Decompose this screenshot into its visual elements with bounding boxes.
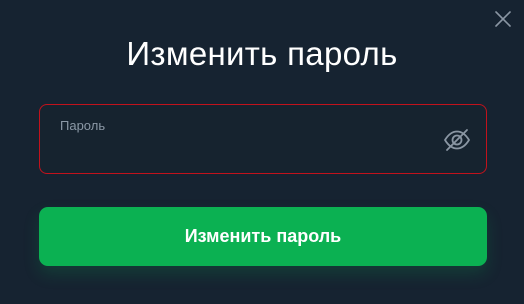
password-field[interactable]: Пароль — [39, 104, 487, 174]
close-button[interactable] — [490, 6, 516, 32]
password-visibility-toggle[interactable] — [442, 125, 472, 155]
change-password-dialog: Изменить пароль Пароль Изменить пароль — [0, 0, 524, 304]
password-label: Пароль — [60, 118, 106, 133]
dialog-title: Изменить пароль — [126, 35, 398, 72]
close-icon — [495, 11, 511, 27]
eye-off-icon — [444, 129, 470, 151]
password-input[interactable] — [59, 139, 429, 163]
change-password-button[interactable]: Изменить пароль — [39, 207, 487, 266]
